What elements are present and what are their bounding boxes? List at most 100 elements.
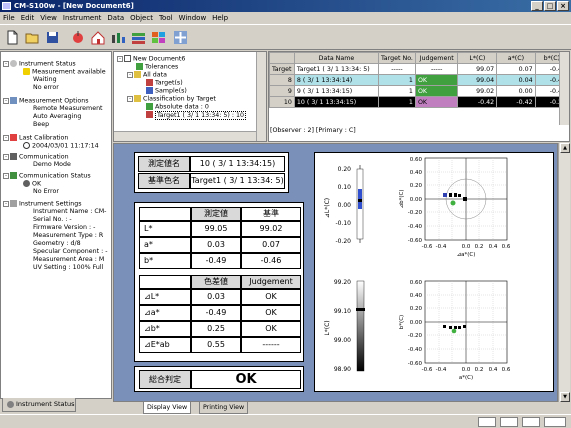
setting-specular-component: Specular Component : -	[33, 248, 108, 255]
communication-mode: Demo Mode	[33, 161, 71, 168]
dab-ytick: 0.60	[410, 157, 423, 163]
ab-xtick: 0.6	[502, 367, 511, 373]
target-icon	[146, 111, 153, 118]
open-folder-icon[interactable]	[24, 29, 41, 46]
reference-value: Target1 ( 3/ 1 13:34: 5)	[190, 173, 285, 189]
menu-tool[interactable]: Tool	[156, 12, 176, 24]
settings-icon	[10, 200, 17, 207]
table-row[interactable]: Target Target1 ( 3/ 1 13:34: 5) ----- --…	[269, 63, 569, 75]
ab-xtick: -0.4	[436, 367, 447, 373]
menu-help[interactable]: Help	[209, 12, 231, 24]
communication-no-error: No Error	[33, 188, 59, 195]
setting-measurement-type: Measurement Type : R	[33, 232, 104, 239]
collapse-icon[interactable]: -	[3, 200, 9, 207]
chart-icon[interactable]	[110, 29, 127, 46]
target-icon	[146, 79, 153, 86]
l-gradient-bar	[356, 280, 365, 372]
tab-display-view[interactable]: Display View	[143, 402, 192, 414]
palette-icon[interactable]	[150, 29, 167, 46]
tree-node-communication-status[interactable]: - Communication Status	[3, 172, 91, 181]
tree-item-target1[interactable]: Target1 ( 3/ 1 13:34: 5) : 10	[146, 110, 246, 120]
menu-file[interactable]: File	[0, 12, 18, 24]
maximize-button[interactable]: □	[544, 1, 556, 11]
collapse-icon[interactable]: -	[127, 71, 133, 78]
minimize-button[interactable]: _	[531, 1, 543, 11]
menu-view[interactable]: View	[37, 12, 60, 24]
value-a-measured: 0.03	[191, 237, 241, 253]
new-document-icon[interactable]	[4, 29, 21, 46]
tab-instrument-status[interactable]: Instrument Status	[2, 398, 76, 412]
table-row[interactable]: 8 8 ( 3/ 1 13:34:14) 1 OK 99.04 0.04 -0.…	[269, 74, 569, 86]
diff-dl-value: 0.03	[191, 289, 241, 305]
ab-ytick: 0.20	[410, 306, 423, 312]
measure-icon[interactable]	[70, 29, 87, 46]
ab-ytick: 0.40	[410, 293, 423, 299]
setting-serial-no: Serial No. : -	[33, 216, 72, 223]
vertical-scrollbar[interactable]	[559, 52, 569, 125]
setting-instrument-name: Instrument Name : CM-	[33, 208, 107, 215]
tab-printing-view[interactable]: Printing View	[199, 402, 249, 414]
col-header-judgement[interactable]: Judgement	[414, 52, 459, 64]
collapse-icon[interactable]: -	[3, 134, 9, 141]
calibration-date: 2004/03/01 11:17:14	[23, 142, 99, 151]
menu-data[interactable]: Data	[104, 12, 127, 24]
main-vertical-scrollbar[interactable]: ▲ ▼	[558, 143, 570, 402]
collapse-icon[interactable]: -	[117, 55, 123, 62]
sparkle-icon[interactable]	[172, 29, 189, 46]
dab-ytick: -0.40	[408, 224, 423, 230]
menu-edit[interactable]: Edit	[18, 12, 38, 24]
input-mode-icon[interactable]	[478, 417, 496, 427]
diff-da-judgement: OK	[241, 305, 301, 321]
collapse-icon[interactable]: -	[3, 153, 9, 160]
title-bar: CM-S100w - [New Document6] _ □ ×	[0, 0, 571, 12]
warning-icon	[23, 68, 30, 75]
dab-xtick: 0.6	[502, 244, 511, 250]
menu-object[interactable]: Object	[127, 12, 156, 24]
dab-ylabel: ⊿b*(C)	[399, 190, 405, 209]
vertical-scrollbar[interactable]	[256, 52, 266, 141]
menu-instrument[interactable]: Instrument	[60, 12, 105, 24]
collapse-icon[interactable]: -	[3, 60, 9, 67]
name-label: 測定値名	[138, 156, 190, 172]
dab-ytick: 0.00	[410, 197, 423, 203]
instrument-status-panel: - Instrument Status Measurement available…	[0, 51, 112, 399]
chart-panel: 0.20 0.10 0.00 -0.10 -0.20 ⊿L*(C) 0.60 0…	[314, 152, 554, 392]
dl-tick: 0.20	[338, 166, 352, 173]
col-header-target-no[interactable]: Target No.	[378, 52, 416, 64]
ime-icon[interactable]	[500, 417, 518, 427]
table-row[interactable]: 9 9 ( 3/ 1 13:34:15) 1 OK 99.02 0.00 -0.…	[269, 85, 569, 97]
dab-xtick: 0.2	[475, 244, 484, 250]
layers-icon[interactable]	[130, 29, 147, 46]
plug-icon	[10, 153, 17, 160]
save-icon[interactable]	[44, 29, 61, 46]
tray-icon[interactable]	[522, 417, 540, 427]
table-row-selected[interactable]: 10 10 ( 3/ 1 13:34:15) 1 OK -0.42 -0.42 …	[269, 96, 569, 108]
col-header-l[interactable]: L*(C)	[457, 52, 498, 64]
scroll-down-button[interactable]: ▼	[560, 392, 570, 402]
horizontal-scrollbar[interactable]	[114, 131, 256, 141]
values-header-blank	[139, 207, 191, 221]
diff-db-value: 0.25	[191, 321, 241, 337]
home-icon[interactable]	[90, 29, 107, 46]
caps-icon[interactable]	[544, 417, 566, 427]
value-b-measured: -0.49	[191, 253, 241, 269]
close-button[interactable]: ×	[557, 1, 569, 11]
menu-window[interactable]: Window	[176, 12, 210, 24]
window-title: CM-S100w - [New Document6]	[14, 2, 134, 10]
collapse-icon[interactable]: -	[127, 95, 133, 102]
collapse-icon[interactable]: -	[3, 172, 9, 179]
overall-value: OK	[191, 370, 301, 389]
folder-icon	[134, 71, 141, 78]
overall-label: 総合判定	[139, 370, 191, 389]
reference-label: 基準色名	[138, 173, 190, 189]
col-header-a[interactable]: a*(C)	[496, 52, 536, 64]
col-header-blank	[269, 52, 295, 64]
collapse-icon[interactable]: -	[3, 97, 9, 104]
ab-ytick: -0.60	[408, 361, 423, 367]
col-header-data-name[interactable]: Data Name	[293, 52, 380, 64]
dl-marker	[358, 199, 362, 202]
value-l-target: 99.02	[241, 221, 301, 237]
observer-status: [Observer : 2] [Primary : C]	[270, 127, 356, 134]
scroll-up-button[interactable]: ▲	[560, 143, 570, 153]
values-panel: 測定値 基準 L* 99.05 99.02 a* 0.03 0.07 b* -0…	[134, 202, 304, 362]
